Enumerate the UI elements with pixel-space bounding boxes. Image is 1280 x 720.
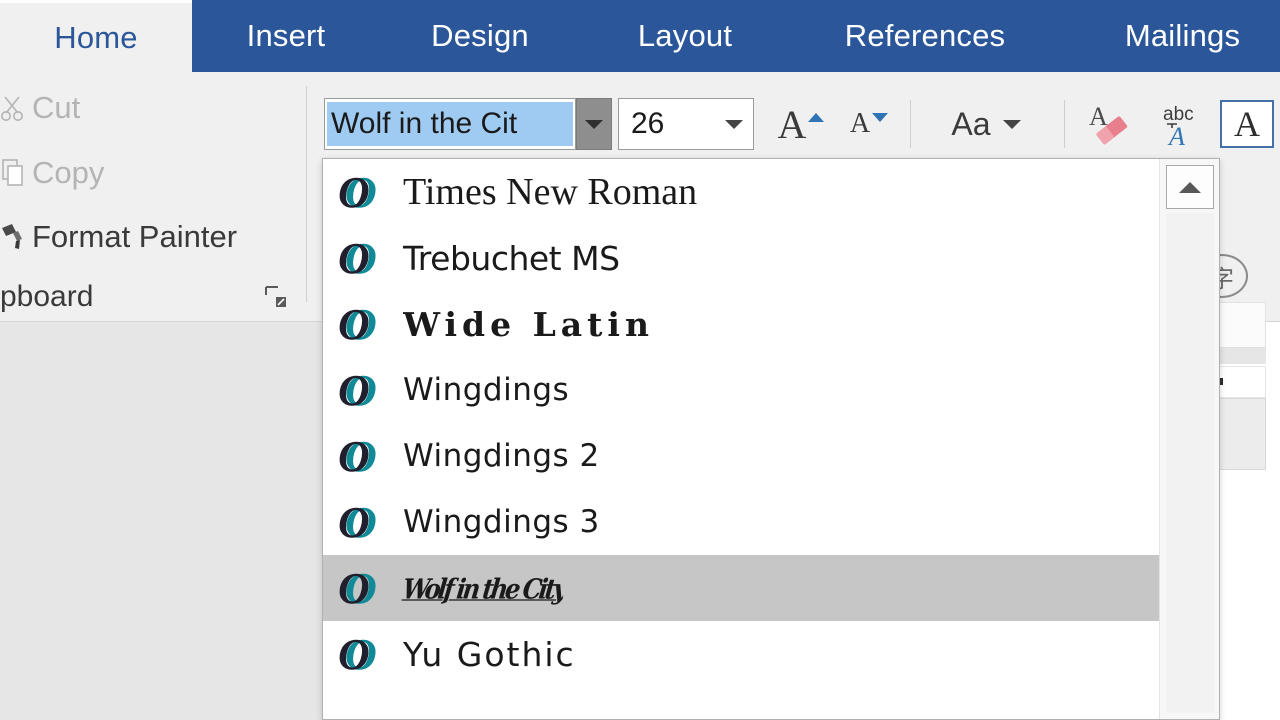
scrollbar-track[interactable] [1166, 213, 1214, 713]
tab-mailings[interactable]: Mailings [1075, 0, 1280, 72]
font-size-input[interactable]: 26 [618, 98, 754, 150]
scroll-up-arrow[interactable] [1166, 165, 1214, 209]
font-name-label: Wingdings [403, 372, 570, 408]
font-list-item[interactable]: OO Times New Roman [323, 159, 1161, 225]
font-dropdown-list[interactable]: OO Times New Roman OO Trebuchet MS OO Wi… [322, 158, 1220, 720]
tab-design-label: Design [431, 18, 529, 53]
clipboard-dialog-launcher[interactable] [265, 286, 287, 308]
tab-home-label: Home [54, 19, 138, 55]
font-name-label: Trebuchet MS [403, 238, 620, 278]
shrink-font-button[interactable]: A [838, 96, 900, 152]
font-list: OO Times New Roman OO Trebuchet MS OO Wi… [323, 159, 1161, 719]
group-divider-clipboard-font [306, 86, 307, 302]
opentype-font-icon: OO [338, 300, 377, 349]
scissors-icon [0, 93, 26, 123]
svg-text:A: A [1089, 102, 1108, 131]
font-dropdown-scrollbar[interactable] [1159, 159, 1219, 719]
font-name-label: Wingdings 2 [403, 438, 600, 474]
font-list-item[interactable]: OO Yu Gothic [323, 621, 1161, 687]
change-case-glyph: Aa [951, 105, 991, 142]
svg-text:A: A [1167, 122, 1185, 150]
boxed-a-icon: A [1220, 100, 1274, 148]
tab-layout[interactable]: Layout [595, 0, 775, 72]
clear-formatting-button[interactable]: A [1076, 96, 1142, 152]
ribbon-tab-strip: Home Insert Design Layout References Mai… [0, 0, 1280, 72]
tab-home[interactable]: Home [0, 0, 192, 72]
clipboard-group: Cut Copy Format Painter pboard [0, 72, 305, 322]
font-list-item[interactable]: OO Wingdings 3 [323, 489, 1161, 555]
up-triangle-icon [808, 112, 825, 122]
chevron-down-icon [585, 119, 603, 129]
copy-label: Copy [32, 155, 105, 190]
font-name-label: Yu Gothic [403, 634, 576, 674]
phonetic-guide-button[interactable]: abc A [1148, 96, 1214, 152]
font-list-item[interactable]: OO Wingdings [323, 357, 1161, 423]
change-case-button[interactable]: Aa [920, 96, 1052, 152]
font-list-item[interactable]: OO Trebuchet MS [323, 225, 1161, 291]
tab-insert[interactable]: Insert [200, 0, 372, 72]
copy-icon [0, 158, 26, 188]
tab-references[interactable]: References [805, 0, 1045, 72]
font-name-label: Wide Latin [403, 304, 654, 344]
paintbrush-icon [0, 222, 26, 252]
cut-button[interactable]: Cut [0, 85, 80, 131]
divider-2 [1064, 100, 1065, 148]
font-name-dropdown-arrow[interactable] [576, 98, 612, 150]
clipboard-group-label: pboard [0, 280, 94, 313]
font-list-item[interactable]: OO Wide Latin [323, 291, 1161, 357]
word-window: Home Insert Design Layout References Mai… [0, 0, 1280, 720]
opentype-font-icon: OO [338, 498, 377, 547]
font-size-chevron-down-icon[interactable] [725, 119, 743, 129]
grow-font-glyph: A [777, 101, 807, 147]
opentype-font-icon: OO [338, 564, 377, 613]
font-size-value: 26 [631, 107, 665, 140]
character-border-button[interactable]: A [1216, 96, 1278, 152]
cut-label: Cut [32, 90, 81, 125]
copy-button[interactable]: Copy [0, 150, 104, 196]
tab-design[interactable]: Design [390, 0, 570, 72]
scroll-up-arrow-icon [1179, 181, 1201, 193]
font-list-item[interactable]: OO Wingdings 2 [323, 423, 1161, 489]
format-painter-label: Format Painter [32, 219, 238, 254]
font-name-label: Times New Roman [403, 171, 698, 213]
opentype-font-icon: OO [338, 432, 377, 481]
shrink-font-glyph: A [849, 108, 871, 139]
divider-1 [910, 100, 911, 148]
opentype-font-icon: OO [338, 366, 377, 415]
down-triangle-icon [872, 112, 889, 122]
opentype-font-icon: OO [338, 168, 377, 217]
grow-font-button[interactable]: A [770, 96, 832, 152]
opentype-font-icon: OO [338, 630, 377, 679]
font-name-label: Wolf in the City [400, 571, 567, 605]
font-name-value: Wolf in the Cit [327, 102, 573, 146]
format-painter-button[interactable]: Format Painter [0, 214, 237, 260]
tab-mailings-label: Mailings [1124, 18, 1241, 53]
font-name-label: Wingdings 3 [403, 504, 600, 540]
font-list-item-selected[interactable]: OO Wolf in the City [323, 555, 1161, 621]
tab-layout-label: Layout [637, 18, 733, 53]
tab-references-label: References [844, 18, 1006, 53]
font-name-input[interactable]: Wolf in the Cit [324, 98, 576, 150]
change-case-chevron-down-icon [1002, 119, 1021, 129]
opentype-font-icon: OO [338, 234, 377, 283]
tab-insert-label: Insert [246, 18, 326, 53]
